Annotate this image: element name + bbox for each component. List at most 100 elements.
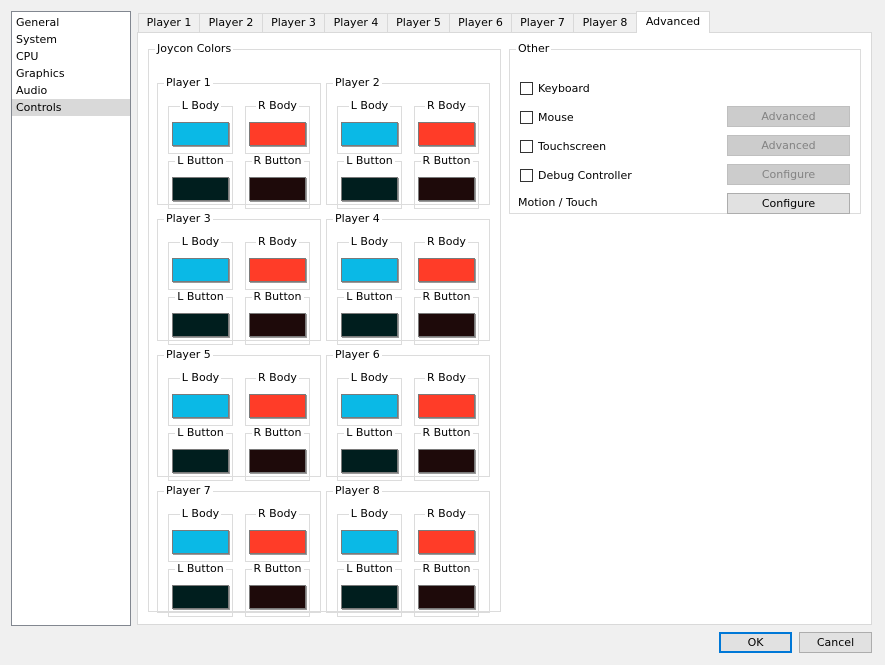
r-body-label: R Body [246, 371, 309, 384]
sidebar-item-general[interactable]: General [12, 14, 130, 31]
player-4-l-body-color-button[interactable] [341, 258, 398, 282]
l-body-label-text: L Body [348, 507, 391, 520]
tab-player-7[interactable]: Player 7 [511, 13, 574, 33]
r-body-label: R Body [415, 99, 478, 112]
r-body-label: R Body [246, 99, 309, 112]
player-1-l-body-color-button[interactable] [172, 122, 229, 146]
player-5-l-body-color-button[interactable] [172, 394, 229, 418]
r-button-label-text: R Button [251, 154, 304, 167]
other-title: Other [518, 42, 550, 55]
player-7-l-button-box: L Button [168, 562, 233, 617]
ok-button[interactable]: OK [719, 632, 792, 653]
player-5-r-button-color-button[interactable] [249, 449, 306, 473]
player-4-r-button-color-button[interactable] [418, 313, 475, 337]
tab-player-1[interactable]: Player 1 [138, 13, 200, 33]
keyboard-label: Keyboard [538, 81, 590, 95]
player-1-r-button-color-button[interactable] [249, 177, 306, 201]
player-1-l-button-color-button[interactable] [172, 177, 229, 201]
player-5-l-body-box: L Body [168, 371, 233, 426]
tab-player-6[interactable]: Player 6 [449, 13, 512, 33]
l-button-label-text: L Button [344, 290, 395, 303]
player-8-l-button-color-button[interactable] [341, 585, 398, 609]
player-2-title: Player 2 [335, 76, 380, 89]
sidebar-item-cpu[interactable]: CPU [12, 48, 130, 65]
mouse-label: Mouse [538, 110, 574, 124]
player-5-l-button-color-button[interactable] [172, 449, 229, 473]
l-body-label: L Body [338, 507, 401, 520]
player-8-r-body-color-button[interactable] [418, 530, 475, 554]
player-8-r-button-color-button[interactable] [418, 585, 475, 609]
keyboard-checkbox-row[interactable]: Keyboard [520, 81, 590, 95]
r-button-label-text: R Button [420, 290, 473, 303]
tab-player-2[interactable]: Player 2 [199, 13, 263, 33]
tab-advanced[interactable]: Advanced [636, 11, 710, 33]
player-5-l-button-box: L Button [168, 426, 233, 481]
debug-controller-checkbox-row[interactable]: Debug Controller [520, 168, 632, 182]
sidebar-item-controls[interactable]: Controls [12, 99, 130, 116]
player-2-r-button-box: R Button [414, 154, 479, 209]
r-button-label: R Button [415, 426, 478, 439]
player-6-r-button-color-button[interactable] [418, 449, 475, 473]
player-8-l-body-color-button[interactable] [341, 530, 398, 554]
l-body-label-text: L Body [179, 371, 222, 384]
debug-controller-configure-button[interactable]: Configure [727, 164, 850, 185]
player-3-l-button-box: L Button [168, 290, 233, 345]
l-button-label: L Button [338, 154, 401, 167]
tab-player-3[interactable]: Player 3 [262, 13, 325, 33]
r-button-label-text: R Button [420, 154, 473, 167]
keyboard-checkbox[interactable] [520, 81, 533, 95]
player-2-r-body-color-button[interactable] [418, 122, 475, 146]
player-4-l-button-color-button[interactable] [341, 313, 398, 337]
l-body-label-text: L Body [348, 371, 391, 384]
mouse-checkbox-row[interactable]: Mouse [520, 110, 574, 124]
player-4-l-body-box: L Body [337, 235, 402, 290]
r-button-label: R Button [246, 426, 309, 439]
player-8-r-body-box: R Body [414, 507, 479, 562]
mouse-checkbox[interactable] [520, 110, 533, 124]
player-7-r-button-color-button[interactable] [249, 585, 306, 609]
tab-player-5[interactable]: Player 5 [387, 13, 450, 33]
player-6-r-body-color-button[interactable] [418, 394, 475, 418]
player-5-r-body-box: R Body [245, 371, 310, 426]
player-6-l-body-color-button[interactable] [341, 394, 398, 418]
player-3-l-button-color-button[interactable] [172, 313, 229, 337]
l-body-label: L Body [169, 235, 232, 248]
touchscreen-advanced-button[interactable]: Advanced [727, 135, 850, 156]
advanced-tab-panel: Joycon Colors Player 1 L Body R Body L Butt… [137, 32, 872, 625]
debug-controller-checkbox[interactable] [520, 168, 533, 182]
settings-sidebar[interactable]: General System CPU Graphics Audio Contro… [11, 11, 131, 626]
player-2-l-button-box: L Button [337, 154, 402, 209]
touchscreen-checkbox[interactable] [520, 139, 533, 153]
r-body-label-text: R Body [256, 235, 299, 248]
player-2-r-button-color-button[interactable] [418, 177, 475, 201]
player-6-l-button-color-button[interactable] [341, 449, 398, 473]
player-3-r-button-color-button[interactable] [249, 313, 306, 337]
touchscreen-checkbox-row[interactable]: Touchscreen [520, 139, 606, 153]
player-8-l-body-box: L Body [337, 507, 402, 562]
tab-player-4[interactable]: Player 4 [324, 13, 388, 33]
r-body-label-text: R Body [425, 507, 468, 520]
player-7-l-body-color-button[interactable] [172, 530, 229, 554]
sidebar-item-graphics[interactable]: Graphics [12, 65, 130, 82]
player-1-colors-group: Player 1 L Body R Body L Button R Button [157, 77, 321, 209]
cancel-button[interactable]: Cancel [799, 632, 872, 653]
player-7-l-button-color-button[interactable] [172, 585, 229, 609]
player-1-r-body-color-button[interactable] [249, 122, 306, 146]
l-button-label: L Button [338, 426, 401, 439]
player-2-l-button-color-button[interactable] [341, 177, 398, 201]
tab-player-8[interactable]: Player 8 [573, 13, 637, 33]
player-3-r-body-color-button[interactable] [249, 258, 306, 282]
player-3-l-body-color-button[interactable] [172, 258, 229, 282]
player-5-r-body-color-button[interactable] [249, 394, 306, 418]
sidebar-item-audio[interactable]: Audio [12, 82, 130, 99]
mouse-advanced-button[interactable]: Advanced [727, 106, 850, 127]
player-7-r-body-color-button[interactable] [249, 530, 306, 554]
sidebar-item-system[interactable]: System [12, 31, 130, 48]
motion-touch-configure-button[interactable]: Configure [727, 193, 850, 214]
player-2-l-body-color-button[interactable] [341, 122, 398, 146]
r-button-label: R Button [415, 562, 478, 575]
player-4-r-body-color-button[interactable] [418, 258, 475, 282]
r-body-label: R Body [415, 235, 478, 248]
player-3-r-body-box: R Body [245, 235, 310, 290]
player-1-l-body-box: L Body [168, 99, 233, 154]
